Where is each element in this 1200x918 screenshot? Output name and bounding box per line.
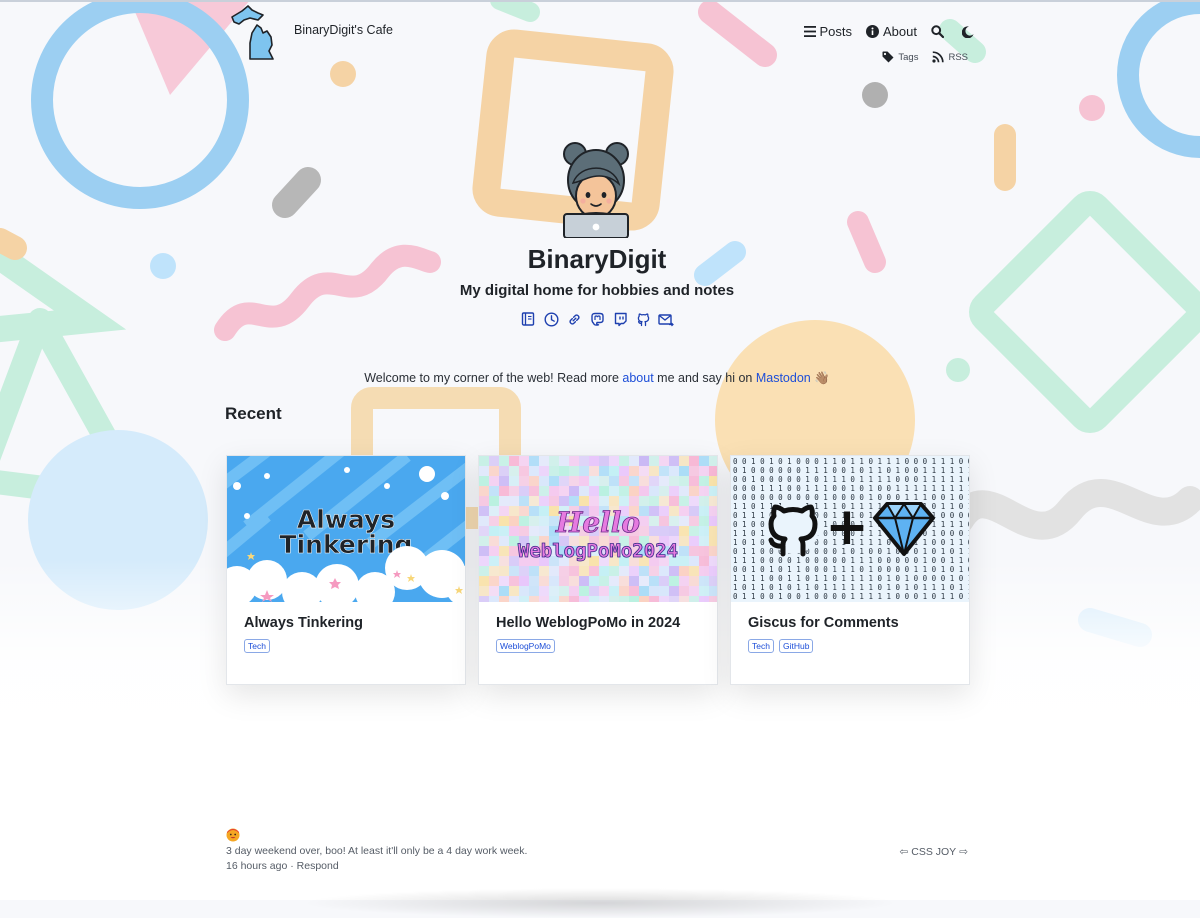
about-link[interactable]: about [622,371,653,385]
nav-about-link[interactable]: About [866,24,917,39]
github-logo-icon [767,502,819,557]
status-meta: 16 hours ago · Respond [226,860,339,872]
post-title[interactable]: Always Tinkering [244,615,363,631]
status-update: 3 day weekend over, boo! At least it'll … [226,828,527,872]
post-card[interactable]: Always Tinkering Always Tinkering Tech [226,455,466,685]
window-top-border [0,0,1200,2]
nav-tags-label: Tags [898,51,919,63]
post-title[interactable]: Hello WeblogPoMo in 2024 [496,615,680,631]
svg-text:1 1 1 0 0 0 0 1 0 0 0 0 0 1 1: 1 1 1 0 0 0 0 1 0 0 0 0 0 1 1 1 0 0 0 0 … [733,556,969,565]
mastodon-link[interactable]: Mastodon [756,371,811,385]
svg-text:0 1 0 0 0 0 0 0 1 1 1 0 0 1 0: 0 1 0 0 0 0 0 0 1 1 1 0 0 1 0 1 1 0 1 0 … [733,466,969,475]
post-tag[interactable]: WeblogPoMo [496,639,555,653]
nav-rss-label: RSS [948,51,968,63]
svg-text:0 0 0 1 1 1 0 0 1 1 1 0 0 1 0: 0 0 0 1 1 1 0 0 1 1 1 0 0 1 0 1 0 0 1 1 … [733,484,969,493]
hero-title: BinaryDigit [527,244,667,274]
guestbook-icon[interactable] [519,310,537,328]
post-title[interactable]: Giscus for Comments [748,615,899,631]
svg-text:1 1 1 1 0 0 1 1 0 1 1 0 1 1 1: 1 1 1 1 0 0 1 1 0 1 1 0 1 1 1 1 0 1 0 1 … [733,574,969,583]
webring-next-arrow[interactable]: ⇨ [959,846,968,858]
svg-text:0 0 1 0 0 0 0 0 1 0 1 1 1 0 1: 0 0 1 0 0 0 0 0 1 0 1 1 1 0 1 1 1 1 0 0 … [733,475,969,484]
site-name: BinaryDigit's Cafe [294,23,393,37]
welcome-text-start: Welcome to my corner of the web! Read mo… [364,370,623,385]
thumb-text-line2: WeblogPoMo2024 [518,540,678,562]
status-text: 3 day weekend over, boo! At least it'll … [226,845,528,857]
webring-prev-arrow[interactable]: ⇦ [899,846,908,858]
rss-icon [932,51,945,63]
post-tags: Tech GitHub [748,639,814,653]
avatar [563,142,629,238]
now-icon[interactable] [542,310,560,328]
status-separator: · [287,860,297,872]
post-tags: Tech [244,639,270,653]
hot-face-emoji-icon [226,828,240,842]
nav-posts-link[interactable]: Posts [803,24,853,39]
info-icon [866,25,880,38]
welcome-message: Welcome to my corner of the web! Read mo… [0,371,1194,386]
svg-text:1 0 1 1 0 1 0 1 1 0 1 1 1 1 1: 1 0 1 1 0 1 0 1 1 0 1 1 1 1 1 1 0 1 0 1 … [733,583,969,592]
links-icon[interactable] [565,310,583,328]
moon-icon [962,25,974,38]
menu-icon [803,26,816,37]
nav-posts-label: Posts [819,24,853,39]
sub-nav: Tags RSS [882,51,968,63]
status-time: 16 hours ago [226,860,288,872]
email-icon[interactable] [657,310,675,328]
post-tags: WeblogPoMo [496,639,555,653]
nav-tags-link[interactable]: Tags [882,51,918,63]
post-thumbnail: Always Tinkering [227,456,465,602]
post-tag[interactable]: Tech [748,639,774,653]
svg-text:0 1 1 0 0 1 0 0 1 0 0 0 0 1 1: 0 1 1 0 0 1 0 0 1 0 0 0 0 1 1 1 1 1 0 0 … [733,592,969,601]
tag-icon [882,51,894,63]
welcome-text-middle: me and say hi on [653,370,756,385]
main-nav: Posts About [803,24,979,39]
webring-label[interactable]: CSS JOY [911,846,956,858]
dark-mode-toggle[interactable] [962,25,978,38]
svg-text:0 0 1 0 1 0 1 0 0 0 1 1 0 1 1: 0 0 1 0 1 0 1 0 0 0 1 1 0 1 1 0 1 1 1 0 … [733,457,969,466]
post-tag[interactable]: Tech [244,639,270,653]
nav-about-label: About [883,24,917,39]
thumb-plus: + [825,497,869,557]
wave-emoji: 👋🏽 [814,370,830,385]
post-tag[interactable]: GitHub [778,639,814,653]
respond-link[interactable]: Respond [297,860,339,872]
social-links [519,310,675,328]
recent-heading: Recent [225,404,282,423]
post-card[interactable]: Hello WeblogPoMo2024 Hello WeblogPoMo in… [478,455,718,685]
twitch-icon[interactable] [611,310,629,328]
mastodon-icon[interactable] [588,310,606,328]
search-button[interactable] [931,25,948,38]
post-thumbnail: 0 0 1 0 1 0 1 0 0 0 1 1 0 1 1 0 1 1 1 0 … [731,456,969,602]
post-thumbnail: Hello WeblogPoMo2024 [479,456,717,602]
nav-rss-link[interactable]: RSS [932,51,968,63]
site-brand-link[interactable]: BinaryDigit's Cafe [228,3,393,61]
post-card[interactable]: 0 0 1 0 1 0 1 0 0 0 1 1 0 1 1 0 1 1 1 0 … [730,455,970,685]
search-icon [931,25,944,38]
svg-text:0 0 1 0 1 0 1 1 0 0 0 1 1 1 0: 0 0 1 0 1 0 1 1 0 0 0 1 1 1 0 1 0 0 0 0 … [733,565,969,574]
bottom-shadow [300,888,900,918]
github-icon[interactable] [634,310,652,328]
thumb-text-line1: Hello [555,506,640,539]
hero-subtitle: My digital home for hobbies and notes [459,282,735,299]
michigan-logo-icon [231,5,274,60]
webring-nav: ⇦ CSS JOY ⇨ [899,846,968,858]
